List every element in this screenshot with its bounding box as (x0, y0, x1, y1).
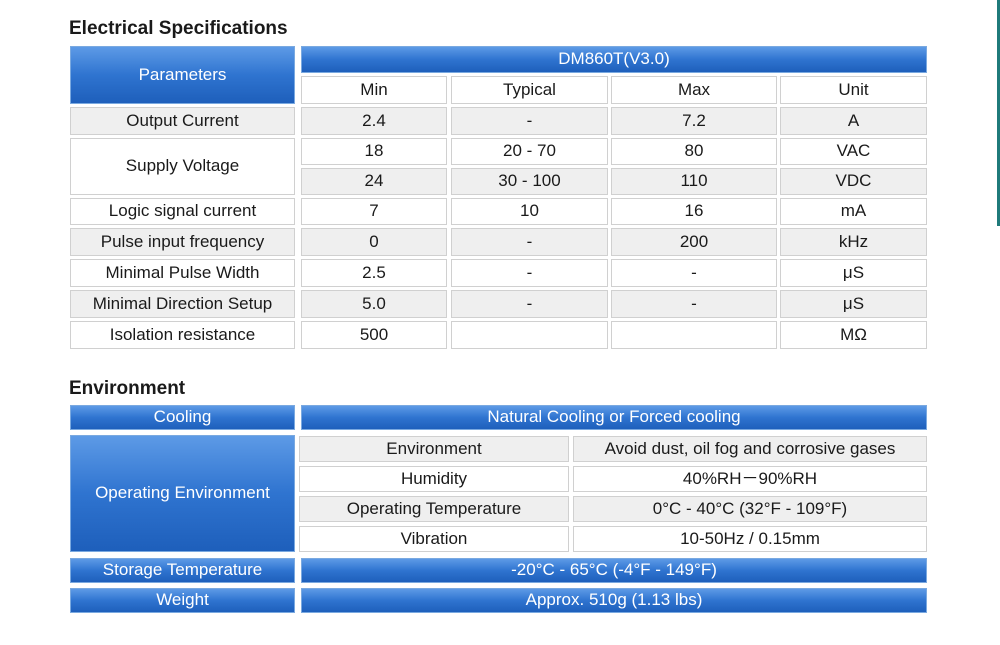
environment-title: Environment (69, 378, 186, 399)
row-label: Isolation resistance (70, 321, 295, 349)
cell-unit: kHz (780, 228, 927, 256)
operating-environment-label: Operating Environment (70, 435, 295, 552)
cell-max: 200 (611, 228, 777, 256)
operating-item-label: Humidity (299, 466, 569, 492)
cell-typical: - (451, 290, 608, 318)
operating-item-value: 0°C - 40°C (32°F - 109°F) (573, 496, 927, 522)
cell-max: 7.2 (611, 107, 777, 135)
cell-unit: A (780, 107, 927, 135)
cell-unit: μS (780, 290, 927, 318)
operating-item-label: Environment (299, 436, 569, 462)
weight-value: Approx. 510g (1.13 lbs) (301, 588, 927, 613)
cell-min: 5.0 (301, 290, 447, 318)
operating-item-label: Vibration (299, 526, 569, 552)
cell-max: 80 (611, 138, 777, 165)
row-label: Logic signal current (70, 198, 295, 225)
electrical-specs-title: Electrical Specifications (69, 18, 288, 39)
row-label: Supply Voltage (70, 138, 295, 195)
cell-min: 2.4 (301, 107, 447, 135)
column-header-unit: Unit (780, 76, 927, 104)
row-label: Minimal Direction Setup (70, 290, 295, 318)
cell-min: 18 (301, 138, 447, 165)
parameters-header: Parameters (70, 46, 295, 104)
cell-typical: 10 (451, 198, 608, 225)
cell-max: 16 (611, 198, 777, 225)
cell-max: - (611, 259, 777, 287)
cell-min: 2.5 (301, 259, 447, 287)
cell-typical: 30 - 100 (451, 168, 608, 195)
cell-min: 24 (301, 168, 447, 195)
storage-temperature-label: Storage Temperature (70, 558, 295, 583)
row-label: Output Current (70, 107, 295, 135)
operating-item-value: 10-50Hz / 0.15mm (573, 526, 927, 552)
cooling-value: Natural Cooling or Forced cooling (301, 405, 927, 430)
operating-item-value: 40%RH－90%RH (573, 466, 927, 492)
cell-unit: VAC (780, 138, 927, 165)
cell-typical: - (451, 259, 608, 287)
cell-typical (451, 321, 608, 349)
cell-max: 110 (611, 168, 777, 195)
column-header-min: Min (301, 76, 447, 104)
operating-item-value: Avoid dust, oil fog and corrosive gases (573, 436, 927, 462)
cell-min: 0 (301, 228, 447, 256)
model-header: DM860T(V3.0) (301, 46, 927, 73)
weight-label: Weight (70, 588, 295, 613)
cell-unit: MΩ (780, 321, 927, 349)
cell-typical: 20 - 70 (451, 138, 608, 165)
cell-max (611, 321, 777, 349)
row-label: Minimal Pulse Width (70, 259, 295, 287)
row-label: Pulse input frequency (70, 228, 295, 256)
column-header-max: Max (611, 76, 777, 104)
cell-min: 500 (301, 321, 447, 349)
cell-typical: - (451, 107, 608, 135)
cell-unit: mA (780, 198, 927, 225)
operating-item-label: Operating Temperature (299, 496, 569, 522)
cell-unit: VDC (780, 168, 927, 195)
cell-typical: - (451, 228, 608, 256)
cell-unit: μS (780, 259, 927, 287)
column-header-typical: Typical (451, 76, 608, 104)
cell-min: 7 (301, 198, 447, 225)
cell-max: - (611, 290, 777, 318)
storage-temperature-value: -20°C - 65°C (-4°F - 149°F) (301, 558, 927, 583)
cooling-label: Cooling (70, 405, 295, 430)
